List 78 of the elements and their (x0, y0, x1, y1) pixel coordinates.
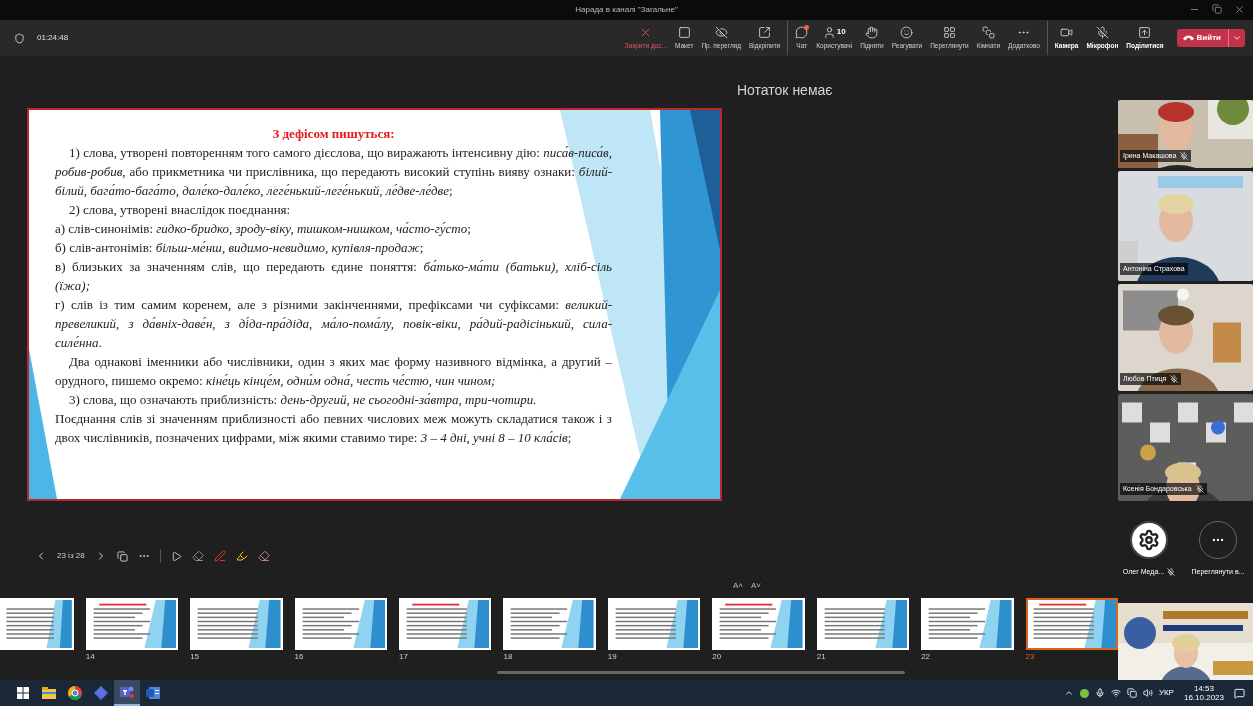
participant-count: 10 (836, 26, 846, 39)
leave-button[interactable]: Вийти (1176, 29, 1245, 47)
tray-expand-icon[interactable] (1063, 688, 1074, 698)
taskbar-clock[interactable]: 14:53 16.10.2023 (1183, 684, 1224, 702)
smile-icon (900, 25, 914, 39)
slide-paragraph: 1) слова, утворені повторенням того самого дієслова, що виражають інтенсивну дію: писа́в-писа́в, робив-робив, або прикметника чи прислівника, що передають високий ступінь вияву ознаки: білий-білий, бага́то-бага́то, дале́ко-дале́ко, леге́нький-леге́нький, ле́две-ле́две; (55, 144, 612, 200)
slide-thumbnail[interactable] (190, 598, 283, 650)
slide-paragraph: 2) слова, утворені внаслідок поєднання: (68, 201, 292, 219)
meeting-timer: 01:24:48 (37, 32, 69, 44)
caret-icon (1232, 33, 1242, 43)
microphone-icon[interactable] (1094, 688, 1105, 698)
app-icon (94, 686, 108, 700)
slide-thumbnail[interactable] (294, 598, 387, 650)
slide-counter: 23 із 28 (57, 550, 85, 562)
slide-number: 20 (712, 651, 723, 663)
microphone-off-icon (1095, 25, 1109, 39)
eraser-icon[interactable] (191, 550, 204, 562)
slide-number: 15 (190, 651, 201, 663)
slide-number: 18 (503, 651, 514, 663)
mic-off-icon (1180, 151, 1189, 160)
slide-thumbnail[interactable] (85, 598, 179, 650)
slide-number: 17 (399, 651, 409, 663)
windows-start-icon (17, 687, 29, 699)
slide-number: 19 (607, 651, 618, 663)
folder-icon (42, 687, 56, 699)
volume-icon[interactable] (1142, 688, 1153, 698)
pen-icon[interactable] (213, 550, 226, 562)
chat-icon (795, 25, 809, 39)
slide-number: 21 (816, 651, 827, 663)
mic-off-icon (1170, 374, 1179, 383)
pop-out-icon (758, 25, 772, 39)
document-icon (146, 686, 160, 700)
mic-off-icon (1195, 484, 1204, 493)
slide-title: З дефісом пишуться: (271, 125, 396, 143)
slide-number: 23 (1025, 651, 1036, 663)
notes-message: Нотаток немає (737, 81, 834, 100)
eye-off-icon (714, 25, 728, 39)
slide-thumbnail[interactable] (503, 598, 596, 650)
restore-icon[interactable] (1212, 4, 1222, 14)
tray-app-icon[interactable] (1079, 688, 1089, 698)
scrollbar[interactable] (497, 671, 905, 674)
slide-paragraph: а) слів-синонімів: гидко-бридко, зроду-віку, тишком-нишком, ча́сто-гу́сто; (55, 220, 472, 238)
slide-thumbnail[interactable] (0, 598, 74, 650)
grid-icon (942, 25, 956, 39)
slide-thumbnail[interactable] (921, 598, 1014, 650)
browser-icon (68, 686, 82, 700)
font-size-button[interactable]: A˄ (733, 580, 743, 592)
font-size-button[interactable]: A˅ (751, 580, 762, 592)
shield-icon (14, 32, 25, 44)
slide-number: 14 (85, 651, 96, 663)
slide-thumbnail[interactable] (1025, 598, 1118, 650)
slide-thumbnail[interactable] (712, 598, 805, 650)
highlighter-icon[interactable] (235, 550, 248, 562)
slide-thumbnail[interactable] (607, 598, 701, 650)
person-icon (822, 25, 836, 39)
share-icon (1138, 25, 1152, 39)
slide-paragraph: 3) слова, що означають приблизність: день-другий, не сьогодні-за́втра, три-чотири. (68, 391, 538, 409)
slide-paragraph: Поєднання слів зі значенням приблизності або певних числових меж можуть складатися також і з двох числівників, позначених цифрами, між якими ставимо тире: 3 – 4 дні, учні 8 – 10 кла́сів; (55, 410, 612, 447)
input-language[interactable]: УКР (1158, 687, 1174, 699)
gear-avatar-icon (1130, 521, 1168, 559)
notifications-icon[interactable] (1234, 687, 1245, 699)
mic-off-icon (1167, 568, 1176, 577)
pointer-icon[interactable] (170, 550, 182, 562)
team-chat-icon (120, 685, 134, 699)
slide-thumbnail[interactable] (816, 598, 910, 650)
eraser-icon[interactable] (257, 550, 270, 562)
window-title: Нарада в каналі "Загальне" (575, 4, 678, 16)
slide-paragraph: в) близьких за значенням слів, що передають єдине поняття: ба́тько-ма́ти (батьки), хліб-сіль (їжа); (55, 258, 612, 295)
slide-number: 16 (294, 651, 305, 663)
slide-paragraph: Два однакові іменники або числівники, один з яких має форму називного відмінка, а другий – орудного, пишемо окремо: кіне́ць кінце́м, одни́м одна́, честь че́стю, чин чином; (55, 353, 612, 390)
network-icon[interactable] (1110, 688, 1121, 698)
slide-paragraph: г) слів із тим самим коренем, але з різними закінченнями, префіксами чи суфіксами: великий-превеликий, з да́вніх-даве́н, з ді́да-пра́діда, ма́ло-пома́лу, повік-віки, ра́дий-радісінький, сила-силе́нна. (55, 296, 612, 352)
layout-icon (677, 25, 691, 39)
slide-thumbnail[interactable] (399, 598, 492, 650)
slide-paragraph: б) слів-антонімів: більш-ме́нш, видимо-невидимо, купівля-продаж; (55, 239, 425, 257)
hand-icon (865, 25, 879, 39)
slide-number: 22 (921, 651, 932, 663)
close-icon[interactable] (1234, 4, 1245, 15)
